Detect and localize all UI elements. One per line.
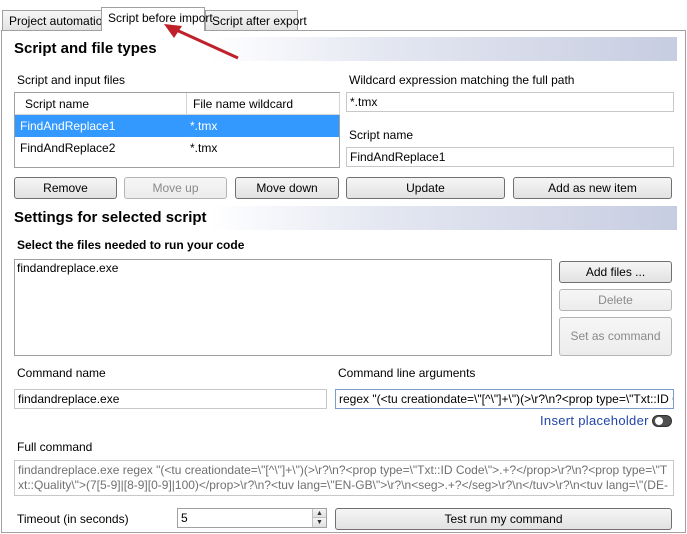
- section-title: Script and file types: [14, 40, 157, 57]
- full-command-field[interactable]: findandreplace.exe regex "(<tu creationd…: [14, 460, 674, 496]
- update-button[interactable]: Update: [346, 177, 505, 199]
- script-list-row[interactable]: FindAndReplace1 *.tmx: [15, 115, 339, 137]
- section-title: Settings for selected script: [14, 209, 207, 226]
- spin-down-icon[interactable]: ▼: [313, 518, 326, 527]
- spin-up-icon[interactable]: ▲: [313, 509, 326, 518]
- row-script-name: FindAndReplace1: [20, 119, 116, 133]
- placeholder-toggle[interactable]: [652, 415, 672, 427]
- column-header-wildcard[interactable]: File name wildcard expression: [187, 93, 340, 133]
- command-name-input[interactable]: findandreplace.exe: [14, 389, 327, 409]
- timeout-label: Timeout (in seconds): [17, 512, 129, 526]
- script-name-label: Script name: [349, 128, 414, 142]
- tab-project-automation[interactable]: Project automation: [2, 10, 109, 30]
- command-args-input[interactable]: regex "(<tu creationdate=\"[^\"]+\")(>\r…: [335, 389, 674, 409]
- file-list[interactable]: findandreplace.exe: [14, 259, 552, 356]
- wildcard-input[interactable]: *.tmx: [346, 92, 674, 112]
- delete-button[interactable]: Delete: [559, 289, 672, 311]
- move-down-button[interactable]: Move down: [235, 177, 339, 199]
- set-as-command-button[interactable]: Set as command: [559, 317, 672, 356]
- script-name-input[interactable]: FindAndReplace1: [346, 147, 674, 167]
- section-header-script-file-types: Script and file types: [10, 37, 677, 61]
- wildcard-label: Wildcard expression matching the full pa…: [349, 73, 575, 87]
- row-script-name: FindAndReplace2: [20, 141, 116, 155]
- timeout-value[interactable]: 5: [181, 511, 188, 525]
- insert-placeholder-link[interactable]: Insert placeholder: [540, 413, 649, 428]
- add-new-item-button[interactable]: Add as new item: [513, 177, 672, 199]
- command-name-label: Command name: [17, 366, 106, 380]
- files-needed-label: Select the files needed to run your code: [17, 238, 245, 252]
- section-header-settings: Settings for selected script: [10, 206, 677, 230]
- test-run-button[interactable]: Test run my command: [335, 508, 672, 530]
- move-up-button[interactable]: Move up: [124, 177, 227, 199]
- row-wildcard: *.tmx: [190, 141, 218, 155]
- tab-bar: Project automation Script before import …: [0, 0, 687, 31]
- column-header-script-name[interactable]: Script name: [15, 93, 187, 115]
- script-input-files-label: Script and input files: [17, 73, 126, 87]
- command-args-label: Command line arguments: [338, 366, 476, 380]
- add-files-button[interactable]: Add files ...: [559, 261, 672, 283]
- script-list-row[interactable]: FindAndReplace2 *.tmx: [15, 137, 339, 159]
- annotation-arrow: [164, 24, 239, 60]
- full-command-label: Full command: [17, 440, 93, 454]
- spinner-buttons: ▲ ▼: [312, 509, 326, 527]
- timeout-spinner[interactable]: 5 ▲ ▼: [177, 508, 327, 528]
- row-wildcard: *.tmx: [190, 119, 218, 133]
- script-list[interactable]: Script name File name wildcard expressio…: [14, 92, 340, 168]
- remove-button[interactable]: Remove: [14, 177, 117, 199]
- list-item[interactable]: findandreplace.exe: [17, 261, 549, 275]
- script-list-header: Script name File name wildcard expressio…: [15, 93, 340, 133]
